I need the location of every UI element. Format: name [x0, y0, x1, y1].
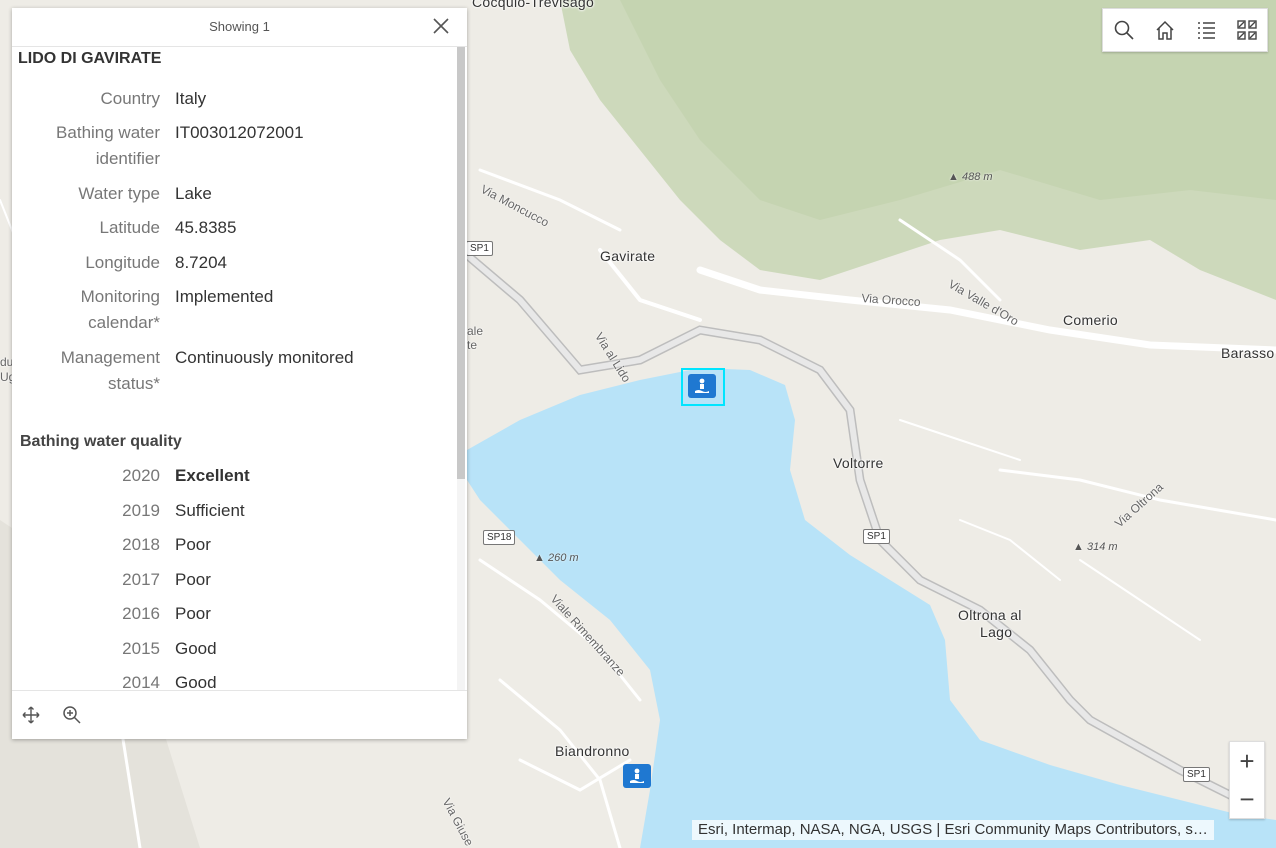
quality-year: 2015: [122, 639, 160, 658]
place-label: Voltorre: [833, 455, 884, 471]
quality-value: Poor: [175, 604, 211, 623]
popup-scrollbar[interactable]: [457, 47, 465, 690]
place-label: Gavirate: [600, 248, 656, 264]
attribution: Esri, Intermap, NASA, NGA, USGS | Esri C…: [692, 820, 1214, 840]
elevation-label: ▲ 260 m: [534, 552, 579, 564]
move-icon[interactable]: [21, 705, 41, 725]
popup-content[interactable]: LIDO DI GAVIRATE Country Italy Bathing w…: [12, 47, 457, 690]
field-value: 8.7204: [175, 253, 227, 272]
basemap-gallery-icon[interactable]: [1231, 14, 1263, 46]
place-label: Oltrona al: [958, 607, 1022, 623]
field-value: 45.8385: [175, 218, 237, 237]
popup-header: Showing 1: [12, 8, 467, 47]
edge-label: te: [467, 338, 478, 352]
quality-year: 2020: [122, 466, 160, 485]
popup-title: LIDO DI GAVIRATE: [18, 50, 162, 67]
field-value: Lake: [175, 184, 212, 203]
close-icon[interactable]: [431, 16, 451, 36]
quality-year: 2014: [122, 673, 160, 690]
place-label: Lago: [980, 624, 1013, 640]
feature-popup: Showing 1 LIDO DI GAVIRATE Country Italy…: [12, 8, 467, 739]
field-label: Monitoring calendar*: [80, 287, 160, 332]
road-shield: SP1: [466, 241, 493, 256]
section-title: Bathing water quality: [20, 433, 182, 450]
road-shield: SP1: [863, 529, 890, 544]
place-label: Cocquio-Trevisago: [472, 0, 595, 10]
field-label: Latitude: [99, 218, 161, 237]
road-shield: SP18: [483, 530, 516, 545]
quality-year: 2019: [122, 501, 160, 520]
field-label: Country: [100, 89, 160, 108]
field-label: Longitude: [85, 253, 160, 272]
elevation-label: ▲ 488 m: [948, 171, 993, 183]
place-label: Barasso: [1221, 345, 1275, 361]
elevation-label: ▲ 314 m: [1073, 541, 1118, 553]
place-label: Comerio: [1063, 312, 1119, 328]
quality-value: Good: [175, 673, 217, 690]
field-label: Water type: [78, 184, 160, 203]
zoom-control: + −: [1229, 741, 1265, 819]
quality-value: Good: [175, 639, 217, 658]
scrollbar-thumb[interactable]: [457, 47, 465, 479]
edge-label: ale: [467, 324, 484, 338]
quality-value: Sufficient: [175, 501, 245, 520]
bathing-site-icon[interactable]: [623, 764, 651, 788]
field-label: Management status*: [60, 348, 160, 393]
bathing-site-icon[interactable]: [688, 374, 716, 398]
zoom-in-button[interactable]: +: [1230, 742, 1264, 780]
quality-year: 2016: [122, 604, 160, 623]
quality-value: Excellent: [175, 466, 250, 485]
quality-value: Poor: [175, 570, 211, 589]
popup-footer: [12, 690, 467, 739]
quality-year: 2017: [122, 570, 160, 589]
field-value: IT003012072001: [175, 123, 304, 142]
zoom-out-button[interactable]: −: [1230, 780, 1264, 818]
place-label: Biandronno: [555, 743, 630, 759]
field-value: Implemented: [175, 287, 274, 306]
map-toolbar: [1102, 8, 1268, 52]
field-value: Italy: [175, 89, 207, 108]
road-shield: SP1: [1183, 767, 1210, 782]
popup-feature-count: Showing 1: [209, 19, 270, 34]
home-icon[interactable]: [1149, 14, 1181, 46]
zoom-to-icon[interactable]: [62, 705, 82, 725]
field-label: Bathing water identifier: [56, 123, 160, 168]
quality-year: 2018: [122, 535, 160, 554]
quality-value: Poor: [175, 535, 211, 554]
legend-list-icon[interactable]: [1190, 14, 1222, 46]
field-value: Continuously monitored: [175, 348, 354, 367]
search-icon[interactable]: [1108, 14, 1140, 46]
